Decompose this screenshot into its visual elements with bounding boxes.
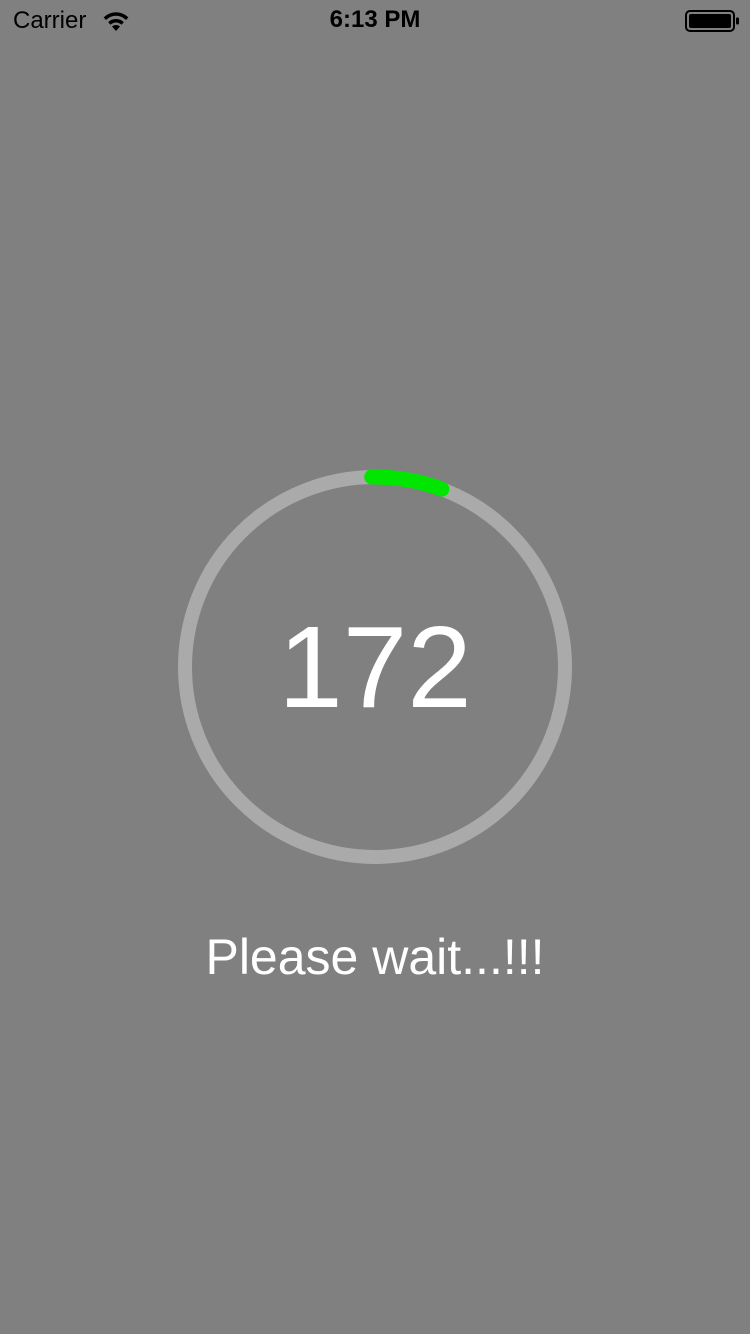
status-time: 6:13 PM <box>329 6 421 33</box>
wait-message: Please wait...!!! <box>205 929 545 985</box>
countdown-number: 172 <box>278 602 472 732</box>
battery-icon <box>685 10 739 32</box>
status-bar: Carrier 6:13 PM <box>0 0 750 40</box>
